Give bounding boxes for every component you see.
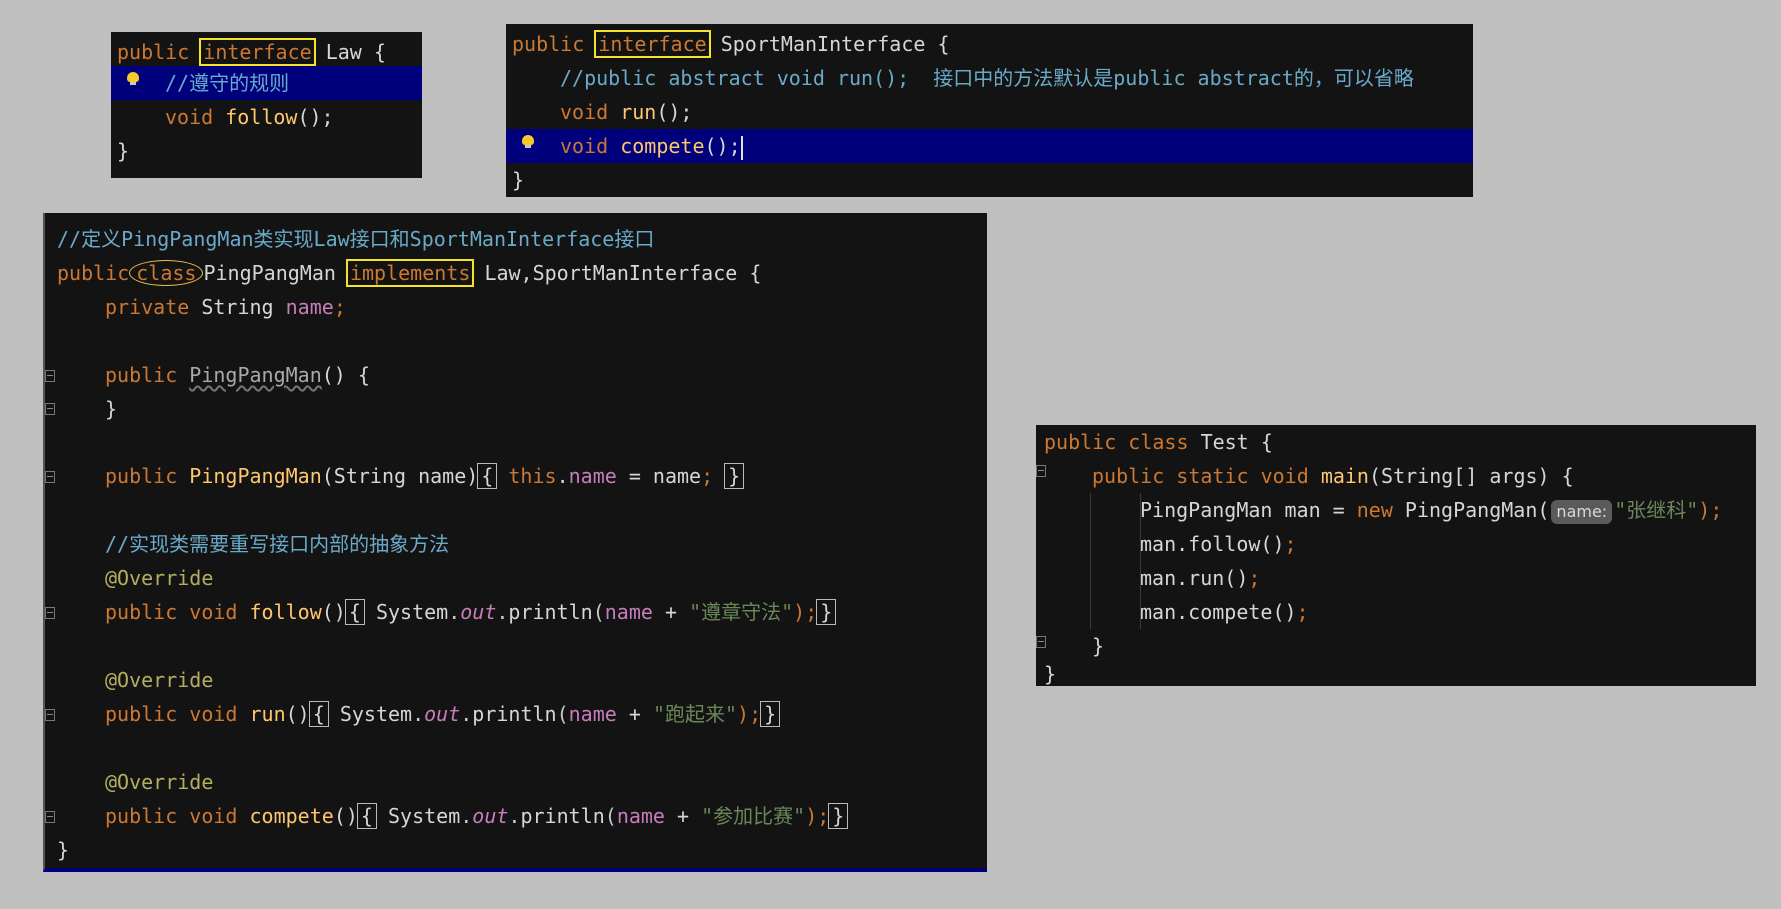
- brace-box: }: [760, 701, 781, 727]
- fold-marker-icon[interactable]: [45, 471, 55, 483]
- code-line-17-annotation: @Override: [105, 770, 214, 794]
- code-line-5-ctor: public PingPangMan() {: [105, 363, 370, 387]
- code-line-8-ctor2: public PingPangMan(String name){ this.na…: [57, 459, 987, 493]
- code-line-1: public interface Law {: [117, 38, 386, 66]
- brace-box: }: [724, 463, 745, 489]
- code-line-18-compete: public void compete(){ System.out.printl…: [57, 799, 987, 833]
- code-line-4-current[interactable]: void compete();: [506, 129, 1473, 163]
- brace-box: }: [828, 803, 849, 829]
- code-line-6: }: [105, 397, 118, 421]
- code-line-2-main: public static void main(String[] args) {: [1092, 464, 1574, 488]
- brace-box: {: [308, 701, 329, 727]
- brace-box: {: [356, 803, 377, 829]
- code-line-3-field: private String name;: [105, 295, 346, 319]
- code-line-10-comment: //实现类需要重写接口内部的抽象方法: [105, 532, 450, 556]
- code-line-6-compete: man.compete();: [1140, 600, 1309, 624]
- text-caret: [740, 135, 743, 160]
- sportman-interface-editor: public interface SportManInterface { //p…: [506, 24, 1473, 197]
- code-line-3: void run();: [560, 100, 693, 124]
- code-line-3: void follow();: [165, 105, 334, 129]
- pingpangman-class-editor: //定义PingPangMan类实现Law接口和SportManInterfac…: [43, 213, 987, 872]
- intention-bulb-icon[interactable]: [522, 135, 534, 149]
- fold-marker-icon[interactable]: [45, 709, 55, 721]
- code-line-1-comment: //定义PingPangMan类实现Law接口和SportManInterfac…: [57, 227, 655, 251]
- test-class-editor: public class Test { public static void m…: [1036, 425, 1756, 686]
- code-line-14-annotation: @Override: [105, 668, 214, 692]
- code-line-4-follow: man.follow();: [1140, 532, 1297, 556]
- code-line-3-new: PingPangMan man = new PingPangMan(name: "…: [1140, 498, 1723, 524]
- fold-marker-icon[interactable]: [45, 370, 55, 382]
- brace-box: {: [344, 599, 365, 625]
- code-line-15-run: public void run(){ System.out.println(na…: [57, 697, 987, 731]
- implements-keyword-highlight: implements: [345, 259, 475, 287]
- intention-bulb-icon[interactable]: [127, 72, 139, 86]
- code-line-5: }: [512, 168, 525, 192]
- code-line-12-follow: public void follow(){ System.out.println…: [57, 595, 987, 629]
- code-line-5-run: man.run();: [1140, 566, 1261, 590]
- brace-box: {: [477, 463, 498, 489]
- code-line-2-class-decl: public class PingPangMan implements Law,Sp…: [57, 259, 762, 287]
- code-line-1: public interface SportManInterface {: [512, 30, 950, 58]
- class-keyword-circled: class: [129, 260, 204, 286]
- law-interface-editor: public interface Law { //遵守的规则 void foll…: [111, 32, 422, 178]
- code-line-2-comment: //public abstract void run(); 接口中的方法默认是p…: [560, 66, 1414, 90]
- screenshot-canvas: { "kw": { "public": "public", "interface…: [0, 0, 1781, 909]
- interface-keyword-highlight: interface: [199, 38, 316, 66]
- fold-marker-icon[interactable]: [45, 403, 55, 415]
- code-line-4: }: [117, 139, 130, 163]
- fold-marker-icon[interactable]: [45, 811, 55, 823]
- brace-box: }: [816, 599, 837, 625]
- code-line-8: }: [1044, 662, 1057, 686]
- code-line-2-current[interactable]: //遵守的规则: [111, 66, 422, 100]
- parameter-name-hint: name:: [1551, 499, 1613, 524]
- code-line-19: }: [57, 838, 70, 862]
- code-line-1: public class Test {: [1044, 430, 1273, 454]
- fold-marker-icon[interactable]: [45, 607, 55, 619]
- interface-keyword-highlight: interface: [594, 30, 711, 58]
- code-line-11-annotation: @Override: [105, 566, 214, 590]
